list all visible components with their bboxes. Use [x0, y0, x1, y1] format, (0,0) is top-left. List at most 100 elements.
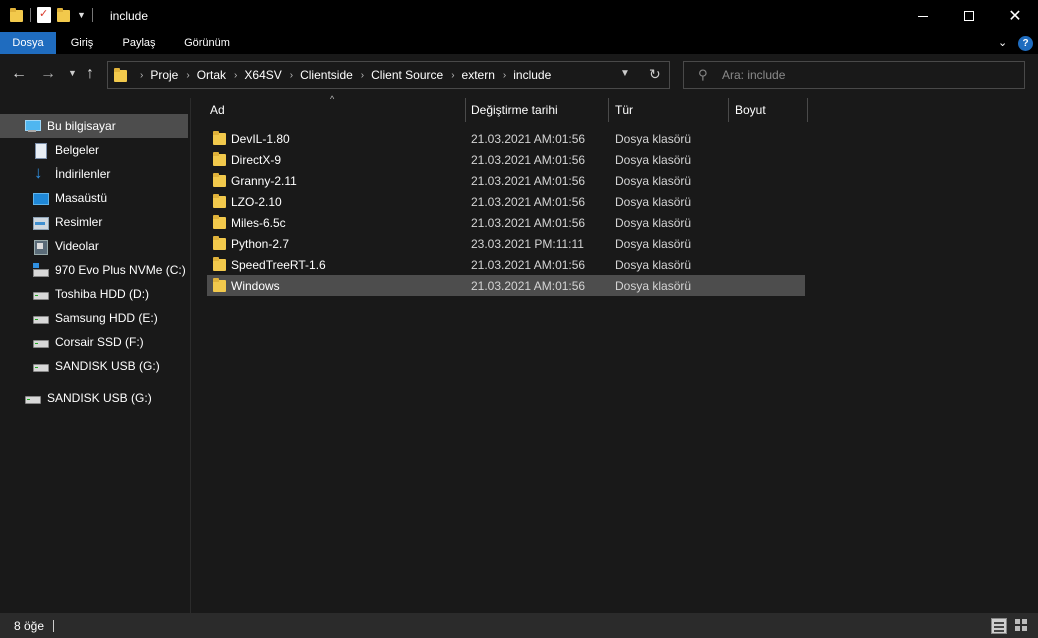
sidebar-item-drive-f[interactable]: Corsair SSD (F:) — [0, 330, 188, 354]
sidebar-item-downloads[interactable]: İndirilenler — [0, 162, 188, 186]
downloads-icon — [32, 163, 48, 183]
window-title: include — [110, 9, 149, 23]
column-header-size[interactable]: Boyut — [735, 98, 766, 122]
close-button[interactable]: ✕ — [992, 0, 1038, 32]
sidebar-item-drive-e[interactable]: Samsung HDD (E:) — [0, 306, 188, 330]
file-row[interactable]: SpeedTreeRT-1.6 21.03.2021 AM:01:56 Dosy… — [207, 254, 805, 275]
file-type: Dosya klasörü — [615, 153, 692, 167]
chevron-right-icon[interactable]: › — [140, 70, 143, 81]
chevron-right-icon[interactable]: › — [234, 70, 237, 81]
properties-icon[interactable] — [37, 7, 51, 23]
file-row[interactable]: LZO-2.10 21.03.2021 AM:01:56 Dosya klasö… — [207, 191, 805, 212]
file-type: Dosya klasörü — [615, 258, 692, 272]
sidebar-item-label: Masaüstü — [55, 191, 108, 205]
address-dropdown-icon[interactable]: ▼ — [620, 68, 630, 79]
sidebar-item-label: Corsair SSD (F:) — [55, 335, 144, 349]
sidebar-item-label: İndirilenler — [55, 167, 111, 181]
chevron-right-icon[interactable]: › — [361, 70, 364, 81]
recent-locations-icon[interactable]: ▼ — [68, 68, 77, 78]
file-name: DevIL-1.80 — [231, 132, 290, 146]
breadcrumb-item[interactable]: Client Source — [371, 68, 443, 82]
chevron-right-icon[interactable]: › — [186, 70, 189, 81]
file-date: 21.03.2021 AM:01:56 — [471, 216, 586, 230]
tab-dosya[interactable]: Dosya — [0, 32, 56, 54]
file-row-selected[interactable]: Windows 21.03.2021 AM:01:56 Dosya klasör… — [207, 275, 805, 296]
sidebar-item-drive-g[interactable]: SANDISK USB (G:) — [0, 354, 188, 378]
breadcrumb-item[interactable]: Ortak — [197, 68, 226, 82]
file-date: 21.03.2021 AM:01:56 — [471, 195, 586, 209]
address-bar[interactable]: › Proje › Ortak › X64SV › Clientside › C… — [107, 61, 670, 89]
navigation-pane: Bu bilgisayar Belgeler İndirilenler Masa… — [0, 98, 190, 613]
file-row[interactable]: Python-2.7 23.03.2021 PM:11:11 Dosya kla… — [207, 233, 805, 254]
drive-icon — [32, 358, 49, 374]
chevron-right-icon[interactable]: › — [503, 70, 506, 81]
folder-icon — [213, 130, 227, 146]
file-type: Dosya klasörü — [615, 174, 692, 188]
chevron-right-icon[interactable]: › — [290, 70, 293, 81]
sidebar-item-desktop[interactable]: Masaüstü — [0, 186, 188, 210]
large-icons-view-icon[interactable] — [1014, 618, 1030, 634]
close-icon: ✕ — [1008, 8, 1022, 25]
documents-icon — [32, 142, 48, 159]
file-row[interactable]: DevIL-1.80 21.03.2021 AM:01:56 Dosya kla… — [207, 128, 805, 149]
breadcrumb-item-current[interactable]: include — [513, 68, 551, 82]
file-row[interactable]: Granny-2.11 21.03.2021 AM:01:56 Dosya kl… — [207, 170, 805, 191]
toolbar-separator — [91, 8, 93, 22]
maximize-button[interactable] — [946, 0, 992, 32]
desktop-icon — [32, 190, 49, 206]
item-count: 8 öğe — [14, 619, 45, 633]
column-header-type[interactable]: Tür — [615, 98, 633, 122]
up-arrow-icon[interactable]: ↑ — [86, 65, 94, 83]
sidebar-item-documents[interactable]: Belgeler — [0, 138, 188, 162]
sidebar-item-this-pc[interactable]: Bu bilgisayar — [0, 114, 188, 138]
column-header-name[interactable]: Ad — [210, 98, 225, 122]
tab-gorunum[interactable]: Görünüm — [174, 32, 240, 54]
column-divider[interactable] — [608, 98, 609, 122]
search-box[interactable]: ⚲ — [683, 61, 1025, 89]
sidebar-item-label: Videolar — [55, 239, 99, 253]
tab-paylas[interactable]: Paylaş — [112, 32, 166, 54]
back-arrow-icon[interactable]: ← — [11, 65, 27, 83]
chevron-right-icon[interactable]: › — [451, 70, 454, 81]
pane-divider[interactable] — [190, 98, 191, 613]
folder-icon — [213, 214, 227, 230]
file-row[interactable]: DirectX-9 21.03.2021 AM:01:56 Dosya klas… — [207, 149, 805, 170]
sidebar-item-videos[interactable]: Videolar — [0, 234, 188, 258]
tab-giris[interactable]: Giriş — [60, 32, 104, 54]
breadcrumb-item[interactable]: extern — [462, 68, 495, 82]
column-divider[interactable] — [465, 98, 466, 122]
file-name: Miles-6.5c — [231, 216, 286, 230]
breadcrumb-item[interactable]: X64SV — [244, 68, 281, 82]
system-drive-icon — [32, 262, 49, 278]
sidebar-item-drive-d[interactable]: Toshiba HDD (D:) — [0, 282, 188, 306]
details-view-icon[interactable] — [991, 618, 1007, 634]
sidebar-item-label: 970 Evo Plus NVMe (C:) — [55, 263, 186, 277]
sort-ascending-icon: ^ — [330, 94, 335, 104]
file-date: 21.03.2021 AM:01:56 — [471, 258, 586, 272]
help-icon[interactable]: ? — [1018, 36, 1033, 51]
forward-arrow-icon[interactable]: → — [40, 65, 56, 83]
minimize-icon — [918, 15, 928, 17]
sidebar-item-usb-g[interactable]: SANDISK USB (G:) — [0, 386, 188, 410]
column-divider[interactable] — [728, 98, 729, 122]
file-row[interactable]: Miles-6.5c 21.03.2021 AM:01:56 Dosya kla… — [207, 212, 805, 233]
maximize-icon — [964, 11, 974, 21]
expand-ribbon-icon[interactable]: ⌄ — [998, 36, 1007, 49]
quick-access-toolbar: ▼ — [10, 7, 93, 23]
breadcrumb-item[interactable]: Clientside — [300, 68, 353, 82]
file-name: SpeedTreeRT-1.6 — [231, 258, 326, 272]
refresh-icon[interactable]: ↻ — [649, 66, 661, 83]
search-icon: ⚲ — [698, 67, 708, 82]
file-date: 21.03.2021 AM:01:56 — [471, 174, 586, 188]
sidebar-item-pictures[interactable]: Resimler — [0, 210, 188, 234]
column-header-date[interactable]: Değiştirme tarihi — [471, 98, 558, 122]
sidebar-item-drive-c[interactable]: 970 Evo Plus NVMe (C:) — [0, 258, 188, 282]
breadcrumb-item[interactable]: Proje — [150, 68, 178, 82]
column-divider[interactable] — [807, 98, 808, 122]
new-folder-icon[interactable] — [57, 7, 71, 23]
search-input[interactable] — [722, 66, 1012, 84]
folder-icon[interactable] — [10, 7, 24, 23]
file-type: Dosya klasörü — [615, 216, 692, 230]
customize-toolbar-icon[interactable]: ▼ — [77, 10, 86, 20]
minimize-button[interactable] — [900, 0, 946, 32]
